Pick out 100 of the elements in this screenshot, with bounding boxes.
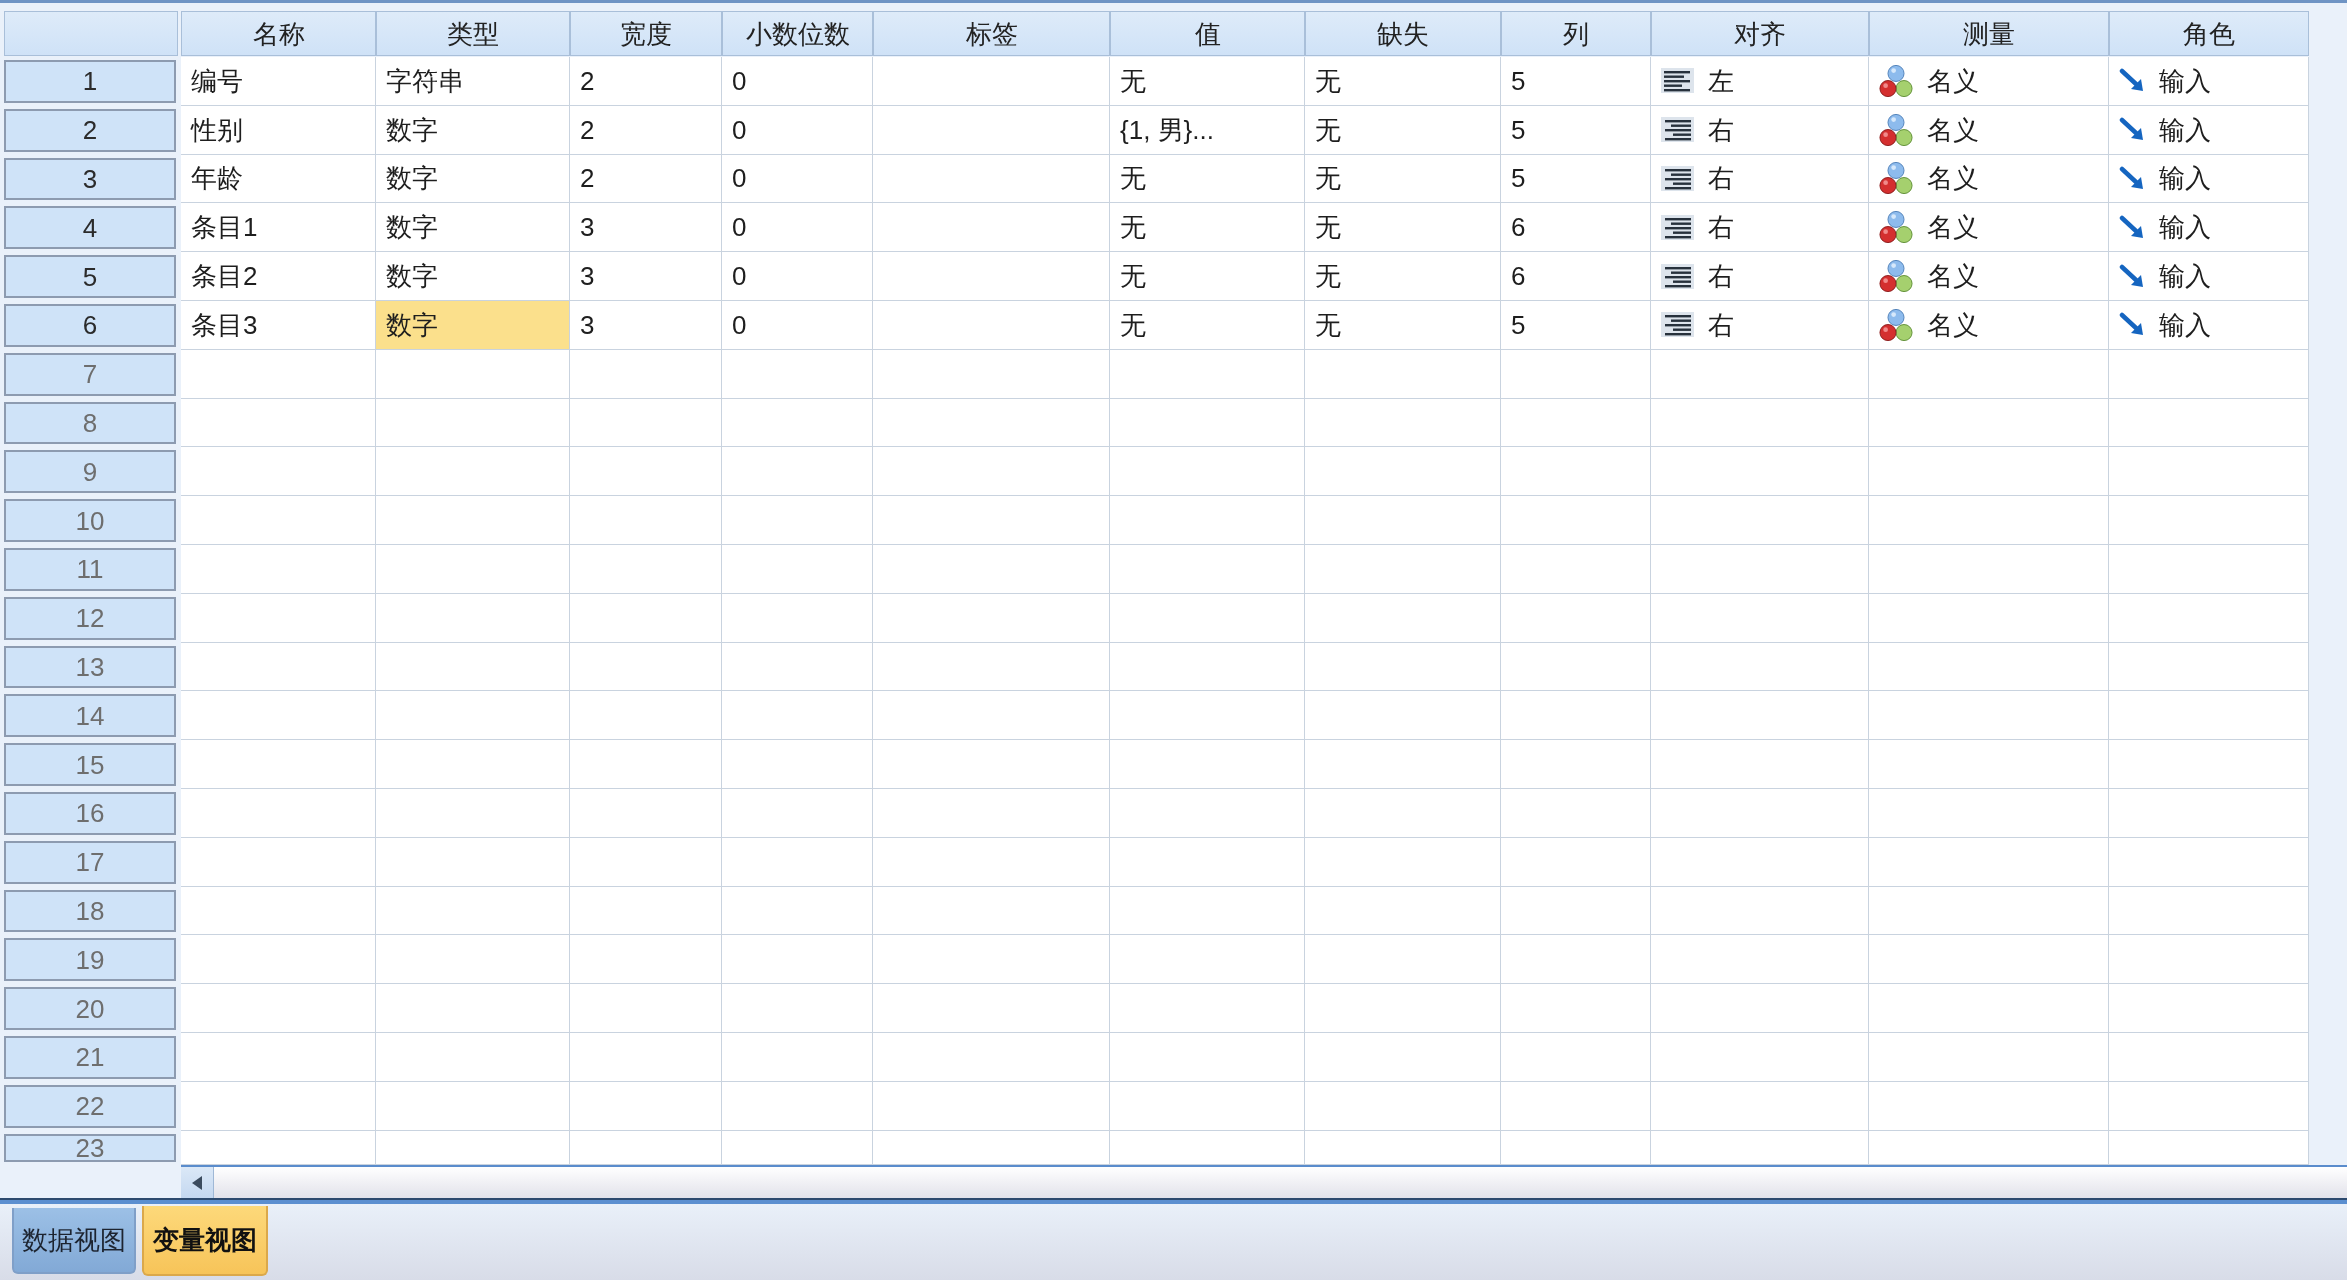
column-header[interactable]: 缺失 (1305, 11, 1501, 56)
table-cell: 无 (1305, 105, 1501, 155)
table-cell: 字符串 (376, 57, 570, 106)
scroll-left-button[interactable] (181, 1167, 214, 1198)
column-header[interactable]: 测量 (1869, 11, 2109, 56)
table-cell: 0 (722, 105, 873, 155)
cell-text: 右 (1708, 263, 1734, 290)
cell-text: 左 (1708, 67, 1734, 94)
table-cell: 0 (722, 301, 873, 350)
table-cell: 条目1 (181, 203, 376, 253)
column-header[interactable]: 名称 (181, 11, 376, 56)
cell-text: 名义 (1927, 165, 1979, 192)
table-cell: {1, 男}... (1110, 105, 1305, 155)
table-cell: 编号 (181, 57, 376, 106)
table-cell: 无 (1305, 154, 1501, 204)
table-cell: 2 (570, 105, 722, 155)
table-cell: 无 (1305, 301, 1501, 350)
row-header[interactable]: 15 (4, 743, 176, 786)
three-circles-icon (1879, 63, 1913, 98)
row-header[interactable]: 21 (4, 1035, 176, 1079)
table-cell: 2 (570, 154, 722, 204)
row-header[interactable]: 14 (4, 694, 176, 738)
row-header[interactable]: 19 (4, 938, 176, 982)
table-cell: 0 (722, 203, 873, 253)
column-header[interactable]: 值 (1110, 11, 1305, 56)
row-header[interactable]: 23 (4, 1133, 176, 1162)
align-right-icon (1661, 312, 1694, 338)
table-cell: 5 (1501, 301, 1651, 350)
table-cell: 0 (722, 252, 873, 301)
row-header[interactable]: 11 (4, 547, 176, 591)
row-header[interactable]: 3 (4, 157, 176, 201)
align-right-icon (1661, 263, 1694, 289)
cell-text: 输入 (2159, 116, 2211, 143)
table-cell: 6 (1501, 252, 1651, 301)
row-header[interactable]: 6 (4, 304, 176, 347)
table-cell: 无 (1110, 154, 1305, 204)
column-header[interactable]: 角色 (2109, 11, 2309, 56)
column-header[interactable]: 类型 (376, 11, 570, 56)
row-header[interactable]: 16 (4, 791, 176, 835)
table-cell: 3 (570, 301, 722, 350)
column-header[interactable]: 标签 (873, 11, 1110, 56)
table-cell: 年龄 (181, 154, 376, 204)
row-header[interactable]: 13 (4, 645, 176, 689)
table-cell: 2 (570, 57, 722, 106)
table-cell: 0 (722, 57, 873, 106)
cell-text: 名义 (1927, 214, 1979, 241)
table-cell: 条目2 (181, 252, 376, 301)
table-cell: 无 (1110, 301, 1305, 350)
three-circles-icon (1879, 259, 1913, 294)
row-header[interactable]: 8 (4, 401, 176, 445)
view-tab[interactable]: 变量视图 (142, 1206, 268, 1276)
down-right-arrow-icon (2119, 68, 2145, 94)
cell-text: 右 (1708, 165, 1734, 192)
row-header[interactable]: 10 (4, 499, 176, 542)
align-left-icon (1661, 68, 1694, 94)
down-right-arrow-icon (2119, 312, 2145, 338)
row-header[interactable]: 7 (4, 352, 176, 396)
table-cell: 无 (1110, 252, 1305, 301)
cell-text: 右 (1708, 214, 1734, 241)
three-circles-icon (1879, 161, 1913, 196)
table-cell: 0 (722, 154, 873, 204)
cell-text: 输入 (2159, 165, 2211, 192)
row-header[interactable]: 4 (4, 206, 176, 250)
cell-text: 名义 (1927, 311, 1979, 338)
three-circles-icon (1879, 112, 1913, 147)
cell-text: 名义 (1927, 263, 1979, 290)
column-header[interactable]: 列 (1501, 11, 1651, 56)
table-cell: 条目3 (181, 301, 376, 350)
view-tab[interactable]: 数据视图 (12, 1208, 136, 1274)
row-header[interactable]: 18 (4, 889, 176, 933)
down-right-arrow-icon (2119, 117, 2145, 143)
table-cell: 5 (1501, 105, 1651, 155)
row-header[interactable]: 22 (4, 1084, 176, 1128)
column-header[interactable]: 宽度 (570, 11, 722, 56)
row-header[interactable]: 9 (4, 450, 176, 494)
align-right-icon (1661, 117, 1694, 143)
table-cell: 5 (1501, 57, 1651, 106)
horizontal-scrollbar[interactable] (181, 1165, 2347, 1198)
three-circles-icon (1879, 307, 1913, 342)
column-header[interactable]: 对齐 (1651, 11, 1869, 56)
row-header[interactable]: 17 (4, 840, 176, 884)
table-cell: 无 (1305, 203, 1501, 253)
row-header[interactable]: 20 (4, 987, 176, 1030)
table-cell: 6 (1501, 203, 1651, 253)
table-cell: 5 (1501, 154, 1651, 204)
three-circles-icon (1879, 210, 1913, 245)
row-header[interactable]: 1 (4, 60, 176, 103)
table-cell: 数字 (376, 252, 570, 301)
table-cell: 无 (1305, 57, 1501, 106)
down-right-arrow-icon (2119, 263, 2145, 289)
cell-text: 输入 (2159, 263, 2211, 290)
down-right-arrow-icon (2119, 166, 2145, 191)
row-header[interactable]: 5 (4, 255, 176, 298)
table-cell: 数字 (376, 105, 570, 155)
column-header[interactable]: 小数位数 (722, 11, 873, 56)
cell-text: 输入 (2159, 214, 2211, 241)
cell-text: 名义 (1927, 67, 1979, 94)
row-header[interactable]: 12 (4, 596, 176, 640)
table-cell: 无 (1110, 57, 1305, 106)
row-header[interactable]: 2 (4, 108, 176, 152)
